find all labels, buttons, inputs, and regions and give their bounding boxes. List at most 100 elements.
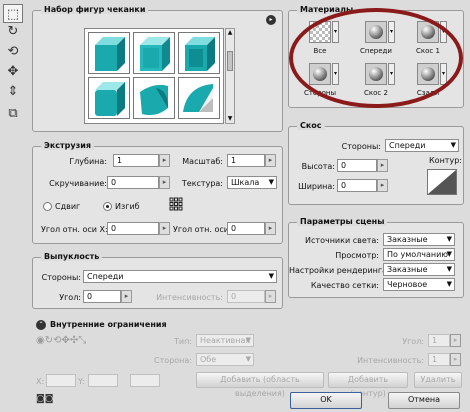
chevron-down-icon: ▼ (268, 272, 274, 280)
inflation-angle-field[interactable]: 0 (83, 290, 121, 303)
delete-button[interactable]: Удалить (414, 372, 462, 388)
drag-tool-icon[interactable]: ✥ (3, 62, 23, 81)
preview-glasses-icon[interactable]: ◙◙ (36, 394, 53, 404)
panel-menu-icon[interactable]: ▸ (266, 15, 276, 25)
constraint-intensity-stepper[interactable]: ▸ (450, 353, 461, 366)
angle-x-label: Угол отн. оси X: (41, 225, 108, 234)
shear-radio[interactable] (43, 202, 52, 211)
chevron-down-icon: ▼ (268, 178, 274, 186)
chevron-down-icon: ▼ (446, 235, 452, 243)
bevel-width-stepper[interactable]: ▸ (377, 179, 388, 192)
highlight-ellipse (289, 8, 463, 108)
extrude-box-icon (95, 37, 125, 71)
constraint-angle-stepper[interactable]: ▸ (450, 334, 461, 347)
scene-panel: Параметры сцены Источники света: Заказны… (288, 217, 464, 298)
twist-label: Скручивание: (49, 179, 107, 188)
angle-x-stepper[interactable]: ▸ (159, 222, 170, 235)
shape-preset-inflated-box[interactable] (133, 77, 175, 119)
inflation-intensity-label: Интенсивность: (156, 293, 223, 302)
shape-preset-bevel-box[interactable] (133, 32, 175, 74)
render-select[interactable]: Заказные ▼ (383, 263, 455, 276)
mesh-value: Черновое (387, 280, 428, 289)
chevron-down-icon: ▼ (446, 250, 452, 258)
constraint-angle-field[interactable]: 1 (428, 334, 450, 347)
constraint-rotate-icon[interactable]: ↻ (45, 335, 53, 346)
scene-title: Параметры сцены (297, 217, 388, 226)
select-tool-icon[interactable]: ⬚ (3, 4, 23, 23)
slide-tool-icon[interactable]: ⇕ (3, 82, 23, 101)
mesh-select[interactable]: Черновое ▼ (383, 278, 455, 291)
constraint-roll-icon[interactable]: ⟲ (53, 335, 61, 346)
collapse-toggle-icon[interactable]: ⌃ (36, 320, 46, 330)
bevel-width-field[interactable]: 0 (337, 179, 377, 192)
depth-field[interactable]: 1 (113, 154, 159, 167)
depth-stepper[interactable]: ▸ (159, 154, 170, 167)
y-field[interactable] (88, 374, 118, 387)
scroll-thumb[interactable] (227, 51, 233, 71)
twist-field[interactable]: 0 (107, 176, 159, 189)
constraint-tools: ◉↻⟲✥✣⤡ (36, 335, 132, 347)
ok-button[interactable]: OK (290, 392, 362, 409)
angle-y-stepper[interactable]: ▸ (265, 222, 276, 235)
angle-x-field[interactable]: 0 (107, 222, 159, 235)
inflation-sides-select[interactable]: Спереди ▼ (83, 270, 277, 283)
scale-field[interactable]: 1 (227, 154, 265, 167)
roll-tool-icon[interactable]: ⟲ (3, 42, 23, 61)
cone-wedge-icon (183, 84, 213, 112)
framed-box-icon (185, 37, 215, 71)
light-value: Заказные (387, 235, 428, 244)
y-label: Y: (78, 377, 85, 386)
contour-preview[interactable] (427, 169, 457, 195)
bevel-box-icon (140, 37, 170, 71)
shape-preset-extrude-box[interactable] (88, 32, 130, 74)
scroll-up-icon[interactable]: ▲ (226, 29, 234, 37)
constraint-drag-icon[interactable]: ✥ (62, 335, 70, 346)
view-select[interactable]: По умолчанию ▼ (383, 248, 455, 261)
constraint-intensity-label: Интенсивность: (357, 356, 424, 365)
chevron-down-icon: ▼ (450, 141, 456, 149)
anchor-grid-icon[interactable] (169, 197, 183, 211)
chevron-down-icon: ▼ (446, 280, 452, 288)
cancel-button[interactable]: Отмена (388, 392, 460, 409)
camera-icon[interactable]: ⧉ (3, 104, 23, 123)
extrusion-title: Экструзия (41, 141, 95, 150)
view-value: По умолчанию (387, 250, 449, 259)
bevel-sides-select[interactable]: Спереди ▼ (385, 139, 459, 152)
twist-stepper[interactable]: ▸ (159, 176, 170, 189)
bend-radio[interactable] (103, 202, 112, 211)
constraint-intensity-field[interactable]: 1 (428, 353, 450, 366)
constraint-angle-label: Угол: (402, 337, 424, 346)
inflation-intensity-field[interactable]: 0 (227, 290, 265, 303)
rotate-tool-icon[interactable]: ↻ (3, 22, 23, 41)
shape-preset-rounded-box[interactable] (88, 77, 130, 119)
angle-y-field[interactable]: 0 (227, 222, 265, 235)
shape-preset-framed-box[interactable] (178, 32, 220, 74)
shape-presets-title: Набор фигур чеканки (41, 5, 149, 14)
bevel-height-stepper[interactable]: ▸ (377, 159, 388, 172)
bevel-sides-value: Спереди (389, 141, 426, 150)
depth-label: Глубина: (69, 157, 107, 166)
constraint-scale-icon[interactable]: ⤡ (78, 335, 86, 346)
bevel-width-label: Ширина: (298, 182, 335, 191)
width-field[interactable] (130, 374, 160, 387)
constraint-select-icon[interactable]: ◉ (36, 335, 45, 346)
bevel-height-field[interactable]: 0 (337, 159, 377, 172)
presets-scrollbar[interactable]: ▲ ▼ (225, 28, 235, 124)
scale-stepper[interactable]: ▸ (265, 154, 276, 167)
type-label: Тип: (173, 337, 192, 346)
add-path-button[interactable]: Добавить (контур) (328, 372, 408, 398)
side-select[interactable]: Обе ▼ (196, 353, 254, 366)
light-select[interactable]: Заказные ▼ (383, 233, 455, 246)
bend-label: Изгиб (115, 202, 140, 211)
type-select[interactable]: Неактивная ▼ (196, 334, 254, 347)
scroll-down-icon[interactable]: ▼ (226, 115, 234, 123)
inflation-intensity-stepper[interactable]: ▸ (265, 290, 276, 303)
texture-select[interactable]: Шкала ▼ (227, 176, 277, 189)
add-selection-button[interactable]: Добавить (область выделения) (196, 372, 324, 398)
shape-preset-cone-wedge[interactable] (178, 77, 220, 119)
inflation-sides-value: Спереди (87, 272, 124, 281)
type-value: Неактивная (200, 336, 251, 345)
inflation-angle-stepper[interactable]: ▸ (121, 290, 132, 303)
x-field[interactable] (46, 374, 76, 387)
inflation-panel: Выпуклость Стороны: Спереди ▼ Угол: 0 ▸ И… (32, 252, 283, 309)
